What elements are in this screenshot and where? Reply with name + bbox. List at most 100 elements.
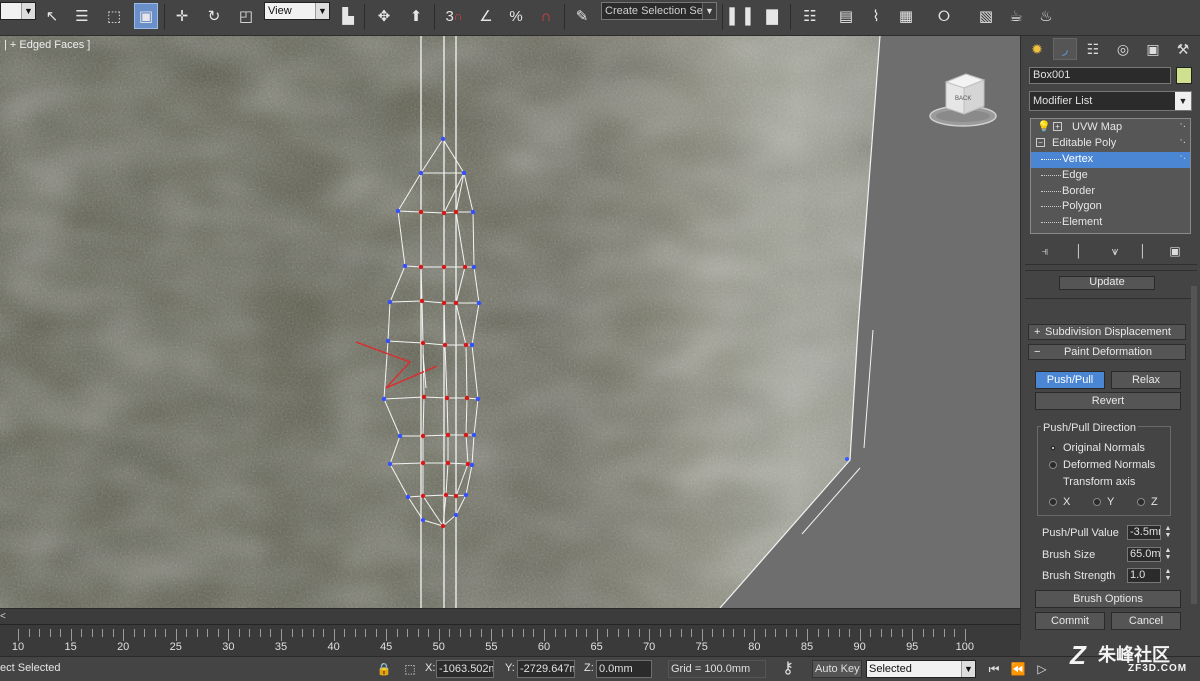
hierarchy-tab-icon[interactable]: ☷	[1081, 38, 1105, 60]
mesh-vertex[interactable]	[444, 395, 450, 401]
mesh-vertex[interactable]	[418, 209, 424, 215]
mesh-vertex[interactable]	[462, 264, 468, 270]
perspective-viewport[interactable]: | + Edged Faces ] BACK	[0, 36, 1020, 608]
push-pull-value-field[interactable]: -3.5mm	[1127, 525, 1161, 540]
track-bar[interactable]: 10 15 20 25 30 35 40 45 50 55 60 65 70 75 80 85 90 95 100	[0, 624, 1020, 656]
expand-plus-icon[interactable]: +	[1053, 122, 1062, 131]
render-production-icon[interactable]: ♨	[1034, 3, 1058, 29]
mesh-vertex[interactable]	[470, 209, 476, 215]
percent-snap-icon[interactable]: %	[504, 3, 528, 29]
layer-manager-icon[interactable]: ☷	[798, 3, 822, 29]
mesh-vertex[interactable]	[443, 492, 449, 498]
lightbulb-icon[interactable]: 💡	[1037, 120, 1051, 135]
stack-item-border[interactable]: Border	[1031, 184, 1190, 200]
mesh-vertex[interactable]	[421, 394, 427, 400]
brush-strength-field[interactable]: 1.0	[1127, 568, 1161, 583]
mesh-vertex[interactable]	[420, 517, 426, 523]
angle-snap-icon[interactable]: ∠	[474, 3, 498, 29]
revert-button[interactable]: Revert	[1035, 392, 1181, 410]
brush-options-button[interactable]: Brush Options	[1035, 590, 1181, 608]
mesh-vertex[interactable]	[453, 512, 459, 518]
object-name-field[interactable]: Box001	[1029, 67, 1171, 84]
stack-item-vertex[interactable]: Vertex ·.	[1031, 150, 1190, 168]
brush-size-spinner-arrows[interactable]: ▲ ▼	[1163, 547, 1173, 562]
keyboard-shortcut-override-icon[interactable]: ⬆	[404, 3, 428, 29]
show-end-result-icon[interactable]: │	[1069, 242, 1089, 260]
pin-stack-icon[interactable]: ⫣	[1035, 242, 1055, 260]
mesh-vertex[interactable]	[420, 460, 426, 466]
mesh-vertex[interactable]	[469, 342, 475, 348]
stack-item-element[interactable]: Element	[1031, 215, 1190, 231]
axis-y-radio[interactable]: Y	[1093, 496, 1114, 508]
previous-frame-icon[interactable]: ⏪	[1010, 661, 1026, 677]
stack-item-polygon[interactable]: Polygon	[1031, 199, 1190, 215]
utilities-tab-icon[interactable]: ⚒	[1171, 38, 1195, 60]
mesh-vertex[interactable]	[387, 461, 393, 467]
select-object-icon[interactable]: ↖	[40, 3, 64, 29]
viewcube[interactable]: BACK	[928, 70, 998, 130]
mesh-vertex[interactable]	[418, 170, 424, 176]
cancel-button[interactable]: Cancel	[1111, 612, 1181, 630]
mesh-vertex[interactable]	[387, 299, 393, 305]
rectangular-selection-icon[interactable]: ⬚	[102, 3, 126, 29]
mesh-vertex[interactable]	[475, 396, 481, 402]
mesh-vertex[interactable]	[441, 300, 447, 306]
mesh-vertex[interactable]	[385, 338, 391, 344]
mesh-vertex[interactable]	[463, 432, 469, 438]
mesh-vertex[interactable]	[471, 264, 477, 270]
reference-coordinate-dropdown[interactable]: View ▼	[264, 2, 330, 20]
modify-tab-icon[interactable]: ◞	[1053, 38, 1077, 60]
relax-button[interactable]: Relax	[1111, 371, 1181, 389]
select-and-manipulate-icon[interactable]: ✥	[372, 3, 396, 29]
mesh-vertex[interactable]	[420, 493, 426, 499]
update-button[interactable]: Update	[1059, 276, 1155, 290]
brush-size-field[interactable]: 65.0mm	[1127, 547, 1161, 562]
display-tab-icon[interactable]: ▣	[1141, 38, 1165, 60]
mesh-vertex[interactable]	[453, 300, 459, 306]
create-tab-icon[interactable]: ✹	[1025, 38, 1049, 60]
align-icon[interactable]: ▇	[760, 3, 784, 29]
mesh-vertex[interactable]	[445, 460, 451, 466]
curve-editor-icon[interactable]: ⌇	[864, 3, 888, 29]
mesh-vertex[interactable]	[397, 433, 403, 439]
mirror-icon[interactable]: ▌▐	[728, 3, 752, 29]
set-key-icon[interactable]: ⚷	[780, 661, 796, 677]
mesh-vertex[interactable]	[405, 494, 411, 500]
mesh-vertex[interactable]	[420, 433, 426, 439]
render-setup-icon[interactable]: ▧	[974, 3, 998, 29]
push-pull-button[interactable]: Push/Pull	[1035, 371, 1105, 389]
push-pull-spinner-arrows[interactable]: ▲ ▼	[1163, 525, 1173, 540]
go-to-start-icon[interactable]: ⏮	[986, 661, 1002, 677]
modifier-list-dropdown[interactable]: Modifier List ▼	[1029, 91, 1192, 111]
mesh-vertex[interactable]	[445, 432, 451, 438]
x-coordinate-field[interactable]: -1063.502m	[436, 660, 494, 678]
z-coordinate-field[interactable]: 0.0mm	[596, 660, 652, 678]
rendered-frame-window-icon[interactable]: ☕	[1004, 3, 1028, 29]
subdivision-displacement-rollout[interactable]: + Subdivision Displacement	[1028, 324, 1186, 340]
rotate-icon[interactable]: ↻	[202, 3, 226, 29]
mesh-vertex[interactable]	[395, 208, 401, 214]
mesh-vertex[interactable]	[471, 432, 477, 438]
material-editor-icon[interactable]: ⭘	[932, 3, 956, 29]
y-coordinate-field[interactable]: -2729.647m	[517, 660, 575, 678]
mesh-vertex[interactable]	[463, 342, 469, 348]
mesh-vertex[interactable]	[420, 340, 426, 346]
paint-deformation-rollout[interactable]: − Paint Deformation	[1028, 344, 1186, 360]
mesh-vertex[interactable]	[441, 264, 447, 270]
brush-strength-spinner-arrows[interactable]: ▲ ▼	[1163, 568, 1173, 583]
modifier-stack[interactable]: 💡 + UVW Map ·. − Editable Poly ·. Vertex…	[1030, 118, 1191, 234]
play-icon[interactable]: ▷	[1034, 661, 1050, 677]
configure-modifier-sets-icon[interactable]: ▣	[1165, 242, 1185, 260]
motion-tab-icon[interactable]: ◎	[1111, 38, 1135, 60]
mesh-vertex[interactable]	[469, 462, 475, 468]
mesh-vertex[interactable]	[453, 209, 459, 215]
axis-z-radio[interactable]: Z	[1137, 496, 1158, 508]
mesh-vertex[interactable]	[402, 263, 408, 269]
mesh-vertex[interactable]	[465, 461, 471, 467]
edit-named-selection-icon[interactable]: ✎	[570, 3, 594, 29]
mesh-vertex[interactable]	[381, 396, 387, 402]
lock-icon[interactable]: 🔒	[376, 661, 392, 677]
mesh-vertex[interactable]	[440, 523, 446, 529]
object-color-swatch[interactable]	[1176, 67, 1192, 84]
commit-button[interactable]: Commit	[1035, 612, 1105, 630]
